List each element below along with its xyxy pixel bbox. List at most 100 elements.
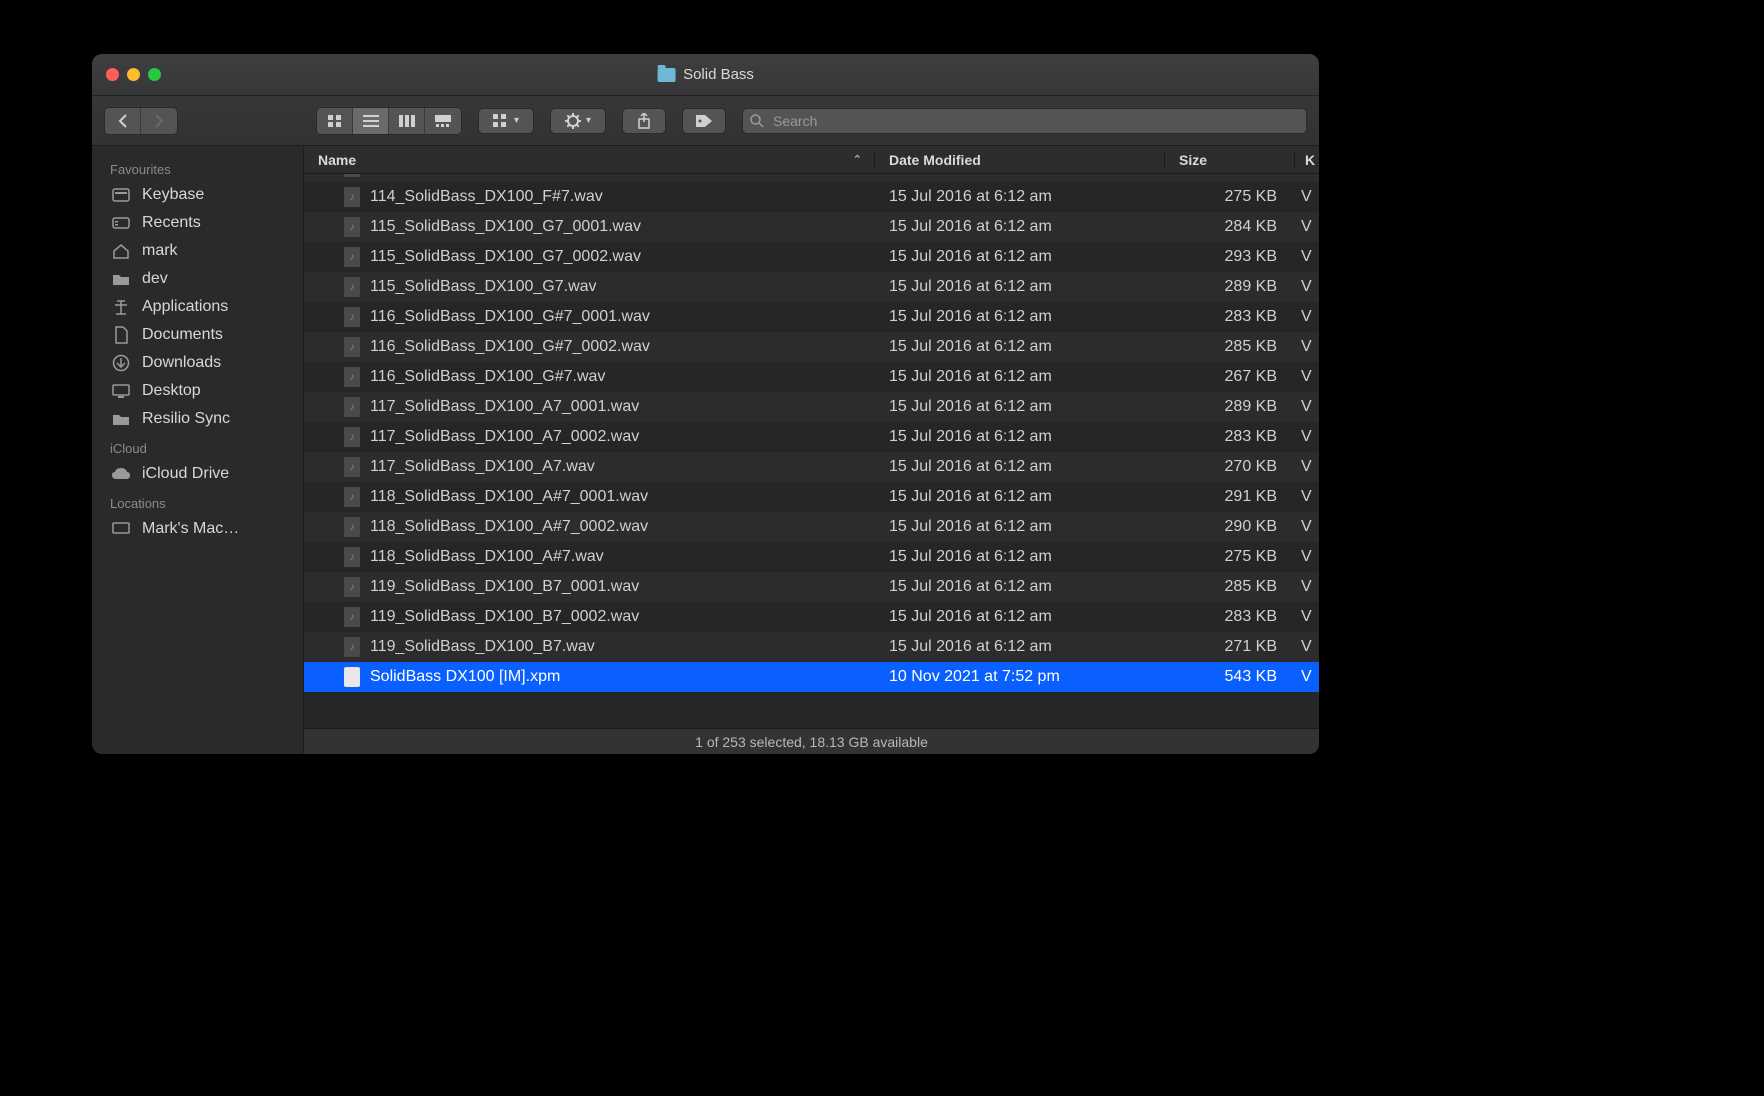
file-name: 117_SolidBass_DX100_A7.wav [370, 458, 595, 476]
sidebar-item-downloads[interactable]: Downloads [92, 349, 303, 377]
file-row[interactable]: SolidBass DX100 [IM].xpm 10 Nov 2021 at … [304, 662, 1319, 692]
sidebar-item-label: Keybase [142, 186, 204, 204]
file-icon [344, 187, 360, 207]
gallery-view-button[interactable] [425, 108, 461, 134]
share-button[interactable] [622, 108, 666, 134]
cell-size: 267 KB [1165, 368, 1295, 386]
cell-kind: V [1295, 188, 1319, 206]
file-row[interactable]: 119_SolidBass_DX100_B7.wav 15 Jul 2016 a… [304, 632, 1319, 662]
file-row[interactable]: 116_SolidBass_DX100_G#7_0002.wav 15 Jul … [304, 332, 1319, 362]
toolbar: ▾ ▾ [92, 96, 1319, 146]
file-row[interactable]: 115_SolidBass_DX100_G7.wav 15 Jul 2016 a… [304, 272, 1319, 302]
file-icon [344, 174, 360, 177]
back-button[interactable] [105, 108, 141, 134]
cell-name: 117_SolidBass_DX100_A7_0001.wav [304, 397, 875, 417]
sidebar-item-label: Desktop [142, 382, 201, 400]
column-view-button[interactable] [389, 108, 425, 134]
file-row[interactable]: 118_SolidBass_DX100_A#7.wav 15 Jul 2016 … [304, 542, 1319, 572]
sidebar-item-label: Resilio Sync [142, 410, 230, 428]
cell-name: 116_SolidBass_DX100_G#7_0002.wav [304, 337, 875, 357]
icon-view-button[interactable] [317, 108, 353, 134]
cell-kind: V [1295, 608, 1319, 626]
sidebar-item-desktop[interactable]: Desktop [92, 377, 303, 405]
sidebar-item-label: dev [142, 270, 168, 288]
file-row[interactable]: 117_SolidBass_DX100_A7_0001.wav 15 Jul 2… [304, 392, 1319, 422]
file-row[interactable]: 119_SolidBass_DX100_B7_0001.wav 15 Jul 2… [304, 572, 1319, 602]
chevron-down-icon: ▾ [514, 115, 519, 126]
file-row[interactable]: 117_SolidBass_DX100_A7.wav 15 Jul 2016 a… [304, 452, 1319, 482]
file-row[interactable]: 117_SolidBass_DX100_A7_0002.wav 15 Jul 2… [304, 422, 1319, 452]
sidebar-item-applications[interactable]: Applications [92, 293, 303, 321]
sidebar-item-keybase[interactable]: Keybase [92, 181, 303, 209]
file-icon [344, 307, 360, 327]
forward-button[interactable] [141, 108, 177, 134]
file-list[interactable]: 114_SolidBass_DX100_F#7_0002.wav 15 Jul … [304, 174, 1319, 728]
cell-size: 284 KB [1165, 218, 1295, 236]
sidebar-item-documents[interactable]: Documents [92, 321, 303, 349]
cell-size: 271 KB [1165, 638, 1295, 656]
chevron-down-icon: ▾ [586, 115, 591, 126]
file-name: 117_SolidBass_DX100_A7_0001.wav [370, 398, 639, 416]
cell-kind: V [1295, 668, 1319, 686]
cell-kind: V [1295, 638, 1319, 656]
cell-name: 115_SolidBass_DX100_G7.wav [304, 277, 875, 297]
sidebar-item-label: Applications [142, 298, 228, 316]
cell-size: 295 KB [1165, 174, 1295, 176]
cell-kind: V [1295, 548, 1319, 566]
file-icon [344, 247, 360, 267]
cell-date: 15 Jul 2016 at 6:12 am [875, 308, 1165, 326]
sidebar-item-label: iCloud Drive [142, 465, 229, 483]
cell-name: 116_SolidBass_DX100_G#7_0001.wav [304, 307, 875, 327]
cell-size: 543 KB [1165, 668, 1295, 686]
sidebar-item-dev[interactable]: dev [92, 265, 303, 293]
cell-date: 15 Jul 2016 at 6:12 am [875, 428, 1165, 446]
zoom-button[interactable] [148, 68, 161, 81]
minimize-button[interactable] [127, 68, 140, 81]
file-row[interactable]: 118_SolidBass_DX100_A#7_0001.wav 15 Jul … [304, 482, 1319, 512]
sidebar-item-recents[interactable]: Recents [92, 209, 303, 237]
file-icon [344, 577, 360, 597]
sidebar-item-icloud-drive[interactable]: iCloud Drive [92, 460, 303, 488]
sidebar-section-header: Favourites [92, 154, 303, 181]
cell-name: 114_SolidBass_DX100_F#7.wav [304, 187, 875, 207]
sidebar-item-mark[interactable]: mark [92, 237, 303, 265]
sidebar-item-mark-s-mac-[interactable]: Mark's Mac… [92, 515, 303, 543]
column-size[interactable]: Size [1165, 152, 1295, 168]
file-row[interactable]: 118_SolidBass_DX100_A#7_0002.wav 15 Jul … [304, 512, 1319, 542]
file-icon [344, 487, 360, 507]
column-headers: Name ⌃ Date Modified Size K [304, 146, 1319, 174]
file-name: 114_SolidBass_DX100_F#7.wav [370, 188, 603, 206]
close-button[interactable] [106, 68, 119, 81]
file-row[interactable]: 116_SolidBass_DX100_G#7_0001.wav 15 Jul … [304, 302, 1319, 332]
cell-kind: V [1295, 398, 1319, 416]
cell-name: SolidBass DX100 [IM].xpm [304, 667, 875, 687]
group-button[interactable]: ▾ [478, 108, 534, 134]
file-name: 115_SolidBass_DX100_G7.wav [370, 278, 597, 296]
cell-name: 115_SolidBass_DX100_G7_0002.wav [304, 247, 875, 267]
list-view-button[interactable] [353, 108, 389, 134]
folder-icon [110, 272, 132, 286]
cell-date: 15 Jul 2016 at 6:12 am [875, 188, 1165, 206]
tags-button[interactable] [682, 108, 726, 134]
cell-date: 15 Jul 2016 at 6:12 am [875, 638, 1165, 656]
file-row[interactable]: 114_SolidBass_DX100_F#7_0002.wav 15 Jul … [304, 174, 1319, 182]
file-icon [344, 367, 360, 387]
file-row[interactable]: 116_SolidBass_DX100_G#7.wav 15 Jul 2016 … [304, 362, 1319, 392]
cell-date: 15 Jul 2016 at 6:12 am [875, 488, 1165, 506]
column-name[interactable]: Name ⌃ [304, 152, 875, 168]
sidebar-item-resilio-sync[interactable]: Resilio Sync [92, 405, 303, 433]
column-kind[interactable]: K [1295, 152, 1319, 168]
file-row[interactable]: 115_SolidBass_DX100_G7_0002.wav 15 Jul 2… [304, 242, 1319, 272]
cell-name: 116_SolidBass_DX100_G#7.wav [304, 367, 875, 387]
file-icon [344, 427, 360, 447]
action-button[interactable]: ▾ [550, 108, 606, 134]
file-row[interactable]: 119_SolidBass_DX100_B7_0002.wav 15 Jul 2… [304, 602, 1319, 632]
cell-date: 15 Jul 2016 at 6:12 am [875, 218, 1165, 236]
file-name: SolidBass DX100 [IM].xpm [370, 668, 560, 686]
window-title: Solid Bass [657, 66, 754, 83]
column-date[interactable]: Date Modified [875, 152, 1165, 168]
search-input[interactable] [742, 108, 1307, 134]
file-row[interactable]: 114_SolidBass_DX100_F#7.wav 15 Jul 2016 … [304, 182, 1319, 212]
cell-kind: V [1295, 368, 1319, 386]
file-row[interactable]: 115_SolidBass_DX100_G7_0001.wav 15 Jul 2… [304, 212, 1319, 242]
